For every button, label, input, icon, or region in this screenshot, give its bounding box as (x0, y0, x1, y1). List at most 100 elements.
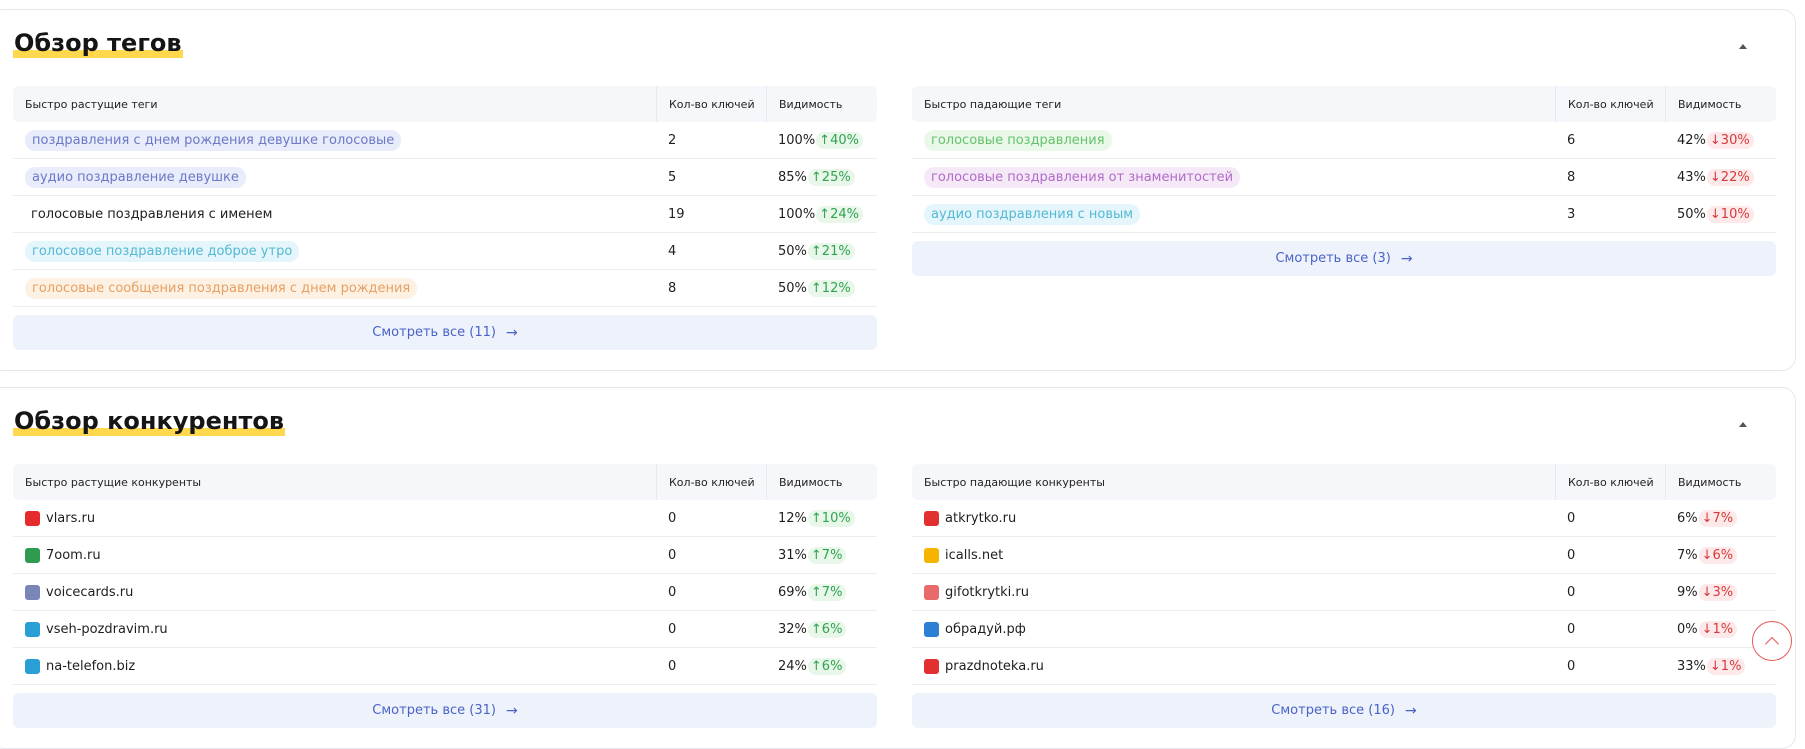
competitors-overview-card: Обзор конкурентов Быстро растущие конкур… (0, 387, 1796, 749)
falling-tags-rows: голосовые поздравления 6 42% ↓30% голосовые … (912, 122, 1776, 233)
visibility-value: 24% (778, 658, 807, 674)
table-row: аудио поздравления с новым 3 50% ↓10% (912, 196, 1776, 233)
row-name-cell: аудио поздравление девушке (13, 166, 656, 188)
vseh-pozdravim-favicon-icon (25, 621, 40, 637)
table-row: аудио поздравление девушке 5 85% ↑25% (13, 159, 877, 196)
visibility-value: 12% (778, 510, 807, 526)
table-row: голосовое поздравление доброе утро 4 50% ↑2… (13, 233, 877, 270)
row-name-cell: голосовые поздравления от знаменитостей (912, 166, 1555, 188)
7oom-favicon-icon (25, 547, 40, 563)
tag-chip[interactable]: аудио поздравления с новым (924, 203, 1141, 225)
competitor-domain-link[interactable]: voicecards.ru (46, 585, 133, 600)
table-row: голосовые поздравления от знаменитостей 8… (912, 159, 1776, 196)
visibility-cell: 12% ↑10% (766, 500, 877, 536)
keys-count: 0 (1567, 510, 1576, 526)
tag-chip[interactable]: аудио поздравление девушке (25, 166, 246, 188)
visibility-delta-badge: ↑7% (807, 583, 847, 601)
collapse-competitors-button[interactable] (1733, 414, 1753, 434)
header-name[interactable]: Быстро падающие теги (912, 86, 1555, 122)
table-row: gifotkrytki.ru 0 9% ↓3% (912, 574, 1776, 611)
row-name-cell: vlars.ru (13, 510, 656, 526)
competitor-domain-link[interactable]: vlars.ru (46, 511, 95, 526)
row-name-cell: голосовое поздравление доброе утро (13, 240, 656, 262)
caret-up-icon (1739, 421, 1747, 427)
visibility-value: 32% (778, 621, 807, 637)
visibility-delta-badge: ↓6% (1698, 546, 1738, 564)
visibility-cell: 50% ↓10% (1665, 196, 1776, 232)
row-name-cell: голосовые сообщения поздравления с днем … (13, 277, 656, 299)
arrow-right-icon: → (1400, 250, 1413, 267)
header-visibility[interactable]: Видимость (766, 86, 877, 122)
competitor-domain-link[interactable]: обрадуй.рф (945, 622, 1026, 637)
competitor-domain-link[interactable]: vseh-pozdravim.ru (46, 622, 168, 637)
tag-chip[interactable]: голосовые поздравления от знаменитостей (924, 166, 1241, 188)
tag-chip[interactable]: голосовые сообщения поздравления с днем … (25, 277, 418, 299)
row-name-cell: поздравления с днем рождения девушке гол… (13, 129, 656, 151)
obraduy-favicon-icon (924, 621, 939, 637)
table-row: 7oom.ru 0 31% ↑7% (13, 537, 877, 574)
competitor-domain-link[interactable]: atkrytko.ru (945, 511, 1016, 526)
visibility-delta-badge: ↑6% (807, 620, 847, 638)
keys-count: 0 (668, 658, 677, 674)
growing-tags-rows: поздравления с днем рождения девушке гол… (13, 122, 877, 307)
header-keys[interactable]: Кол-во ключей (656, 86, 766, 122)
falling-competitors-table: Быстро падающие конкуренты Кол-во ключей… (912, 464, 1776, 728)
visibility-delta-badge: ↑7% (807, 546, 847, 564)
row-name-cell: аудио поздравления с новым (912, 203, 1555, 225)
competitor-domain-link[interactable]: 7oom.ru (46, 548, 101, 563)
header-visibility[interactable]: Видимость (1665, 86, 1776, 122)
header-keys[interactable]: Кол-во ключей (1555, 464, 1665, 500)
competitors-overview-title: Обзор конкурентов (13, 406, 286, 436)
see-all-label: Смотреть все (3) (1275, 251, 1391, 266)
competitor-domain-link[interactable]: icalls.net (945, 548, 1003, 563)
keys-count: 0 (1567, 621, 1576, 637)
table-row: поздравления с днем рождения девушке гол… (13, 122, 877, 159)
prazdnoteka-favicon-icon (924, 658, 939, 674)
visibility-cell: 100% ↑24% (766, 196, 877, 232)
table-row: голосовые поздравления с именем 19 100% ↑24… (13, 196, 877, 233)
visibility-value: 50% (778, 243, 807, 259)
visibility-delta-badge: ↓10% (1706, 205, 1754, 223)
collapse-tags-button[interactable] (1733, 36, 1753, 56)
see-all-growing-competitors-button[interactable]: Смотреть все (31) → (13, 693, 877, 728)
visibility-delta-badge: ↑40% (816, 131, 863, 149)
keys-count: 0 (1567, 658, 1576, 674)
visibility-value: 6% (1677, 510, 1698, 526)
header-keys[interactable]: Кол-во ключей (1555, 86, 1665, 122)
tag-chip[interactable]: голосовые поздравления (924, 129, 1112, 151)
visibility-delta-badge: ↑10% (807, 509, 855, 527)
tag-chip[interactable]: поздравления с днем рождения девушке гол… (25, 129, 402, 151)
chevron-up-icon (1764, 636, 1780, 651)
scroll-to-top-button[interactable] (1752, 621, 1792, 661)
caret-up-icon (1739, 43, 1747, 49)
header-keys[interactable]: Кол-во ключей (656, 464, 766, 500)
tag-chip[interactable]: голосовое поздравление доброе утро (25, 240, 300, 262)
table-row: голосовые поздравления 6 42% ↓30% (912, 122, 1776, 159)
visibility-value: 85% (778, 169, 807, 185)
see-all-label: Смотреть все (31) (372, 703, 496, 718)
visibility-value: 50% (1677, 206, 1706, 222)
visibility-value: 9% (1677, 584, 1698, 600)
visibility-value: 31% (778, 547, 807, 563)
header-name[interactable]: Быстро растущие теги (13, 86, 656, 122)
tag-chip[interactable]: голосовые поздравления с именем (25, 204, 279, 225)
header-name[interactable]: Быстро растущие конкуренты (13, 464, 656, 500)
competitor-domain-link[interactable]: gifotkrytki.ru (945, 585, 1029, 600)
competitor-domain-link[interactable]: prazdnoteka.ru (945, 659, 1044, 674)
see-all-falling-competitors-button[interactable]: Смотреть все (16) → (912, 693, 1776, 728)
header-visibility[interactable]: Видимость (1665, 464, 1776, 500)
growing-competitors-table: Быстро растущие конкуренты Кол-во ключей… (13, 464, 877, 728)
header-name[interactable]: Быстро падающие конкуренты (912, 464, 1555, 500)
visibility-delta-badge: ↓7% (1698, 509, 1738, 527)
keys-count: 0 (1567, 584, 1576, 600)
competitor-domain-link[interactable]: na-telefon.biz (46, 659, 135, 674)
table-row: atkrytko.ru 0 6% ↓7% (912, 500, 1776, 537)
header-visibility[interactable]: Видимость (766, 464, 877, 500)
see-all-falling-tags-button[interactable]: Смотреть все (3) → (912, 241, 1776, 276)
gifotkrytki-favicon-icon (924, 584, 939, 600)
visibility-delta-badge: ↑24% (816, 205, 863, 223)
row-name-cell: голосовые поздравления (912, 129, 1555, 151)
arrow-right-icon: → (505, 702, 518, 719)
see-all-growing-tags-button[interactable]: Смотреть все (11) → (13, 315, 877, 350)
falling-competitors-rows: atkrytko.ru 0 6% ↓7% icalls.net 0 7% ↓6% gifotkr… (912, 500, 1776, 685)
